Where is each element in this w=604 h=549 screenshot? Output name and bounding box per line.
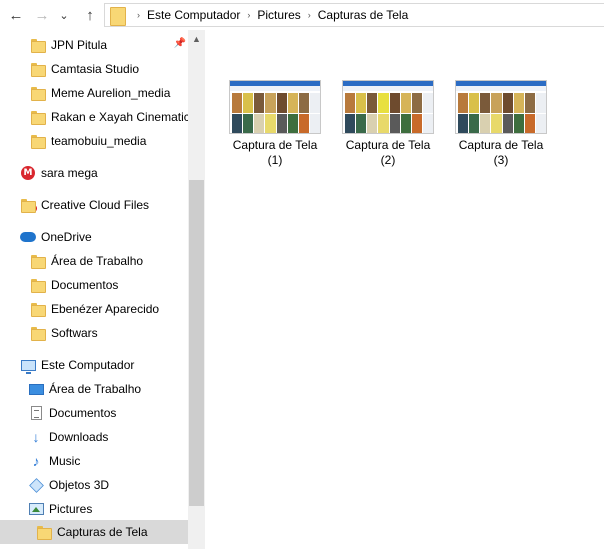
sidebar-item-area-de-trabalho[interactable]: Área de Trabalho [0, 377, 188, 401]
folder-icon [30, 301, 46, 317]
sidebar-item-label: Downloads [49, 430, 109, 444]
folder-icon [30, 85, 46, 101]
scroll-up-arrow-icon[interactable]: ▲ [188, 30, 205, 47]
pin-icon[interactable]: 📌 [174, 38, 186, 49]
sidebar-item-label: Área de Trabalho [49, 382, 142, 396]
screenshot-thumbnail [342, 80, 434, 134]
creative-cloud-folder-icon [20, 197, 37, 213]
sidebar-item-label: Documentos [51, 278, 119, 292]
mega-icon: M [20, 165, 36, 181]
objects-3d-icon [28, 477, 44, 493]
sidebar-item-label: Rakan e Xayah Cinematic M [51, 110, 188, 124]
sidebar-item-label: Pictures [49, 502, 93, 516]
file-list-pane: Captura de Tela (1) Captura de Tela (2) … [205, 30, 604, 549]
sidebar-item-label: sara mega [41, 166, 98, 180]
folder-icon [30, 133, 46, 149]
sidebar-item-label: teamobuiu_media [51, 134, 147, 148]
sidebar-item-label: JPN Pitula [51, 38, 108, 52]
sidebar-item-label: Objetos 3D [49, 478, 110, 492]
sidebar-item-documentos[interactable]: Documentos [0, 401, 188, 425]
folder-icon [30, 325, 46, 341]
chevron-right-icon: › [137, 10, 140, 20]
chevron-right-icon: › [247, 10, 251, 20]
sidebar-item-label: Documentos [49, 406, 117, 420]
breadcrumb-capturas-de-tela[interactable]: Capturas de Tela [318, 8, 409, 22]
file-item[interactable]: Captura de Tela (3) [451, 80, 551, 168]
file-item[interactable]: Captura de Tela (2) [338, 80, 438, 168]
chevron-right-icon: › [307, 10, 311, 20]
sidebar-item-onedrive-area-de-trabalho[interactable]: Área de Trabalho [0, 249, 188, 273]
sidebar-item-meme-aurelion-media[interactable]: Meme Aurelion_media [0, 81, 188, 105]
sidebar-item-creative-cloud-files[interactable]: Creative Cloud Files [0, 193, 188, 217]
downloads-icon: ↓ [32, 429, 40, 445]
sidebar-scrollbar[interactable]: ▲ [188, 30, 205, 549]
back-arrow-icon[interactable]: ← [6, 5, 26, 25]
sidebar-item-music[interactable]: ♪ Music [0, 449, 188, 473]
sidebar-item-softwars[interactable]: Softwars [0, 321, 188, 345]
sidebar-item-capturas-de-tela[interactable]: Capturas de Tela [0, 520, 188, 544]
onedrive-cloud-icon [20, 229, 36, 245]
up-arrow-icon[interactable]: ↑ [80, 5, 100, 25]
sidebar-item-pictures[interactable]: Pictures [0, 497, 188, 521]
sidebar-item-label: Music [49, 454, 81, 468]
address-bar[interactable]: › Este Computador › Pictures › Capturas … [104, 3, 604, 27]
pictures-icon [28, 501, 44, 517]
breadcrumb-pictures[interactable]: Pictures [257, 8, 300, 22]
file-name: Captura de Tela (3) [458, 138, 544, 167]
navigation-pane: JPN Pitula 📌 Camtasia Studio Meme Aureli… [0, 30, 205, 549]
breadcrumb-este-computador[interactable]: Este Computador [147, 8, 240, 22]
folder-icon [36, 524, 52, 540]
sidebar-item-label: Camtasia Studio [51, 62, 140, 76]
sidebar-item-label: OneDrive [41, 230, 92, 244]
folder-icon [30, 253, 46, 269]
sidebar-item-downloads[interactable]: ↓ Downloads [0, 425, 188, 449]
recent-locations-chevron-icon[interactable]: ⌄ [58, 5, 70, 25]
sidebar-item-label: Meme Aurelion_media [51, 86, 171, 100]
sidebar-item-jpn-pitula[interactable]: JPN Pitula 📌 [0, 33, 188, 57]
screenshot-thumbnail [455, 80, 547, 134]
music-icon: ♪ [32, 453, 40, 469]
documents-icon [28, 405, 44, 421]
file-name: Captura de Tela (1) [232, 138, 318, 167]
sidebar-item-label: Ebenézer Aparecido [51, 302, 160, 316]
file-item[interactable]: Captura de Tela (1) [225, 80, 325, 168]
folder-icon [30, 277, 46, 293]
scroll-thumb[interactable] [189, 180, 204, 506]
sidebar-item-onedrive-documentos[interactable]: Documentos [0, 273, 188, 297]
forward-arrow-icon[interactable]: → [32, 5, 52, 25]
folder-icon [30, 109, 46, 125]
folder-icon [30, 37, 46, 53]
sidebar-item-label: Softwars [51, 326, 98, 340]
sidebar-item-label: Este Computador [41, 358, 135, 372]
sidebar-item-onedrive[interactable]: OneDrive [0, 225, 188, 249]
screenshot-thumbnail [229, 80, 321, 134]
folder-icon [108, 6, 126, 26]
sidebar-item-label: Área de Trabalho [51, 254, 144, 268]
sidebar-item-rakan-xayah[interactable]: Rakan e Xayah Cinematic M [0, 105, 188, 129]
folder-icon [30, 61, 46, 77]
computer-icon [20, 357, 36, 374]
sidebar-item-este-computador[interactable]: Este Computador [0, 353, 188, 377]
sidebar-item-label: Capturas de Tela [57, 525, 148, 539]
sidebar-item-ebenezer-aparecido[interactable]: Ebenézer Aparecido [0, 297, 188, 321]
sidebar-item-sara-mega[interactable]: M sara mega [0, 161, 188, 185]
sidebar-item-camtasia-studio[interactable]: Camtasia Studio [0, 57, 188, 81]
navigation-bar: ← → ⌄ ↑ › Este Computador › Pictures › C… [0, 0, 604, 30]
file-name: Captura de Tela (2) [345, 138, 431, 167]
sidebar-item-label: Creative Cloud Files [41, 198, 150, 212]
sidebar-item-teamobuiu-media[interactable]: teamobuiu_media [0, 129, 188, 153]
desktop-icon [28, 381, 44, 397]
sidebar-item-objetos-3d[interactable]: Objetos 3D [0, 473, 188, 497]
